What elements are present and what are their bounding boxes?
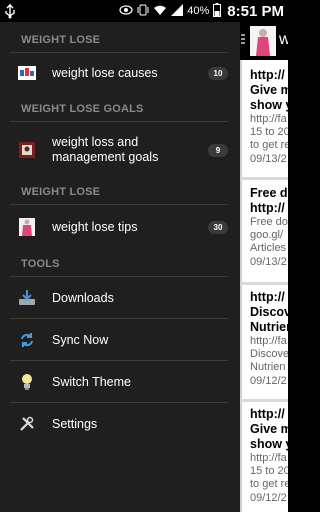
status-bar: 40% 8:51 PM [0, 0, 288, 22]
article-snippet: http://fa [250, 113, 287, 125]
clock: 8:51 PM [227, 2, 284, 20]
drawer-item-label: weight loss and management goals [52, 135, 159, 164]
divider [10, 402, 228, 403]
article-title: http:// [250, 407, 285, 421]
section-header-tools: TOOLS [21, 258, 60, 270]
drawer-item-sync-now[interactable]: Sync Now [10, 329, 230, 351]
drawer-item-label: Downloads [52, 290, 114, 305]
drawer-item-label: Sync Now [52, 332, 109, 347]
unread-count-badge: 9 [208, 143, 228, 157]
divider [10, 276, 228, 277]
article-snippet: Free do [250, 216, 288, 228]
article-date: 09/13/2 [250, 256, 287, 268]
divider [10, 360, 228, 361]
card-separator [240, 177, 288, 180]
card-separator [240, 282, 288, 285]
article-snippet: http://fa [250, 452, 287, 464]
article-date: 09/12/2 [250, 375, 287, 387]
divider [10, 318, 228, 319]
article-card[interactable]: Free do http:// Free do goo.gl/ Articles… [250, 186, 288, 269]
unread-count-badge: 30 [208, 220, 228, 234]
vibrate-icon [137, 3, 149, 20]
article-title: http:// [250, 290, 285, 304]
wrench-screwdriver-icon [18, 415, 36, 433]
drawer-item-weight-loss-goals[interactable]: weight loss and management goals 9 [10, 134, 230, 166]
article-title: http:// [250, 68, 285, 82]
article-title: Give m [250, 83, 288, 97]
article-snippet: http://fa [250, 335, 287, 347]
article-snippet: 15 to 20 [250, 465, 288, 477]
navigation-drawer: WEIGHT LOSE weight lose causes 10 WEIGHT… [0, 22, 240, 512]
feed-thumbnail-icon [18, 141, 36, 159]
battery-percent: 40% [187, 5, 210, 17]
article-title: Discov [250, 305, 288, 319]
article-snippet: to get re [250, 139, 288, 151]
divider [10, 204, 228, 205]
drawer-item-label: Settings [52, 416, 98, 431]
unread-count-badge: 10 [208, 66, 228, 80]
usb-icon [4, 3, 18, 19]
battery-icon [213, 2, 222, 20]
drawer-item-label: weight lose tips [52, 219, 138, 234]
drawer-item-label: Switch Theme [52, 374, 131, 389]
article-snippet: Nutrien [250, 361, 286, 373]
article-date: 09/12/2 [250, 492, 287, 504]
article-title: show y [250, 437, 288, 451]
signal-icon [171, 3, 184, 19]
article-title: Give m [250, 422, 288, 436]
drawer-item-switch-theme[interactable]: Switch Theme [10, 371, 230, 393]
article-title: http:// [250, 201, 285, 215]
article-title: Nutrien [250, 320, 288, 334]
drawer-item-weight-lose-tips[interactable]: weight lose tips 30 [10, 216, 230, 238]
lightbulb-icon [18, 373, 36, 391]
feed-list-peek[interactable]: w http:// Give m show y http://fa 15 to … [240, 22, 288, 512]
drawer-item-settings[interactable]: Settings [10, 413, 230, 435]
eye-icon [119, 4, 133, 18]
article-snippet: 15 to 20 [250, 126, 288, 138]
action-bar: w [240, 22, 288, 60]
feed-avatar[interactable] [250, 26, 276, 56]
drawer-item-label: weight lose causes [52, 65, 158, 80]
divider [10, 52, 228, 53]
drawer-shadow [240, 60, 242, 512]
article-title: Free do [250, 186, 288, 200]
sync-icon [18, 331, 36, 349]
article-card[interactable]: http:// Discov Nutrien http://fa Discove… [250, 290, 288, 388]
drawer-item-weight-lose-causes[interactable]: weight lose causes 10 [10, 63, 230, 83]
action-bar-title: w [279, 31, 288, 48]
feed-thumbnail-icon [18, 64, 36, 82]
section-header-weight-lose: WEIGHT LOSE [21, 34, 101, 46]
article-snippet: Discove [250, 348, 288, 360]
article-snippet: Articles [250, 242, 287, 254]
section-header-weight-lose-tips: WEIGHT LOSE [21, 186, 101, 198]
feed-thumbnail-icon [18, 218, 36, 236]
wifi-icon [153, 4, 167, 19]
article-snippet: goo.gl/ [250, 229, 284, 241]
article-snippet: to get re [250, 478, 288, 490]
card-separator [240, 399, 288, 402]
divider [10, 121, 228, 122]
section-header-weight-lose-goals: WEIGHT LOSE GOALS [21, 103, 144, 115]
article-card[interactable]: http:// Give m show y http://fa 15 to 20… [250, 407, 288, 505]
article-date: 09/13/2 [250, 153, 287, 165]
article-title: show y [250, 98, 288, 112]
article-card[interactable]: http:// Give m show y http://fa 15 to 20… [250, 68, 288, 166]
drawer-indicator-icon[interactable] [241, 34, 245, 48]
download-icon [18, 289, 36, 307]
drawer-item-downloads[interactable]: Downloads [10, 287, 230, 309]
